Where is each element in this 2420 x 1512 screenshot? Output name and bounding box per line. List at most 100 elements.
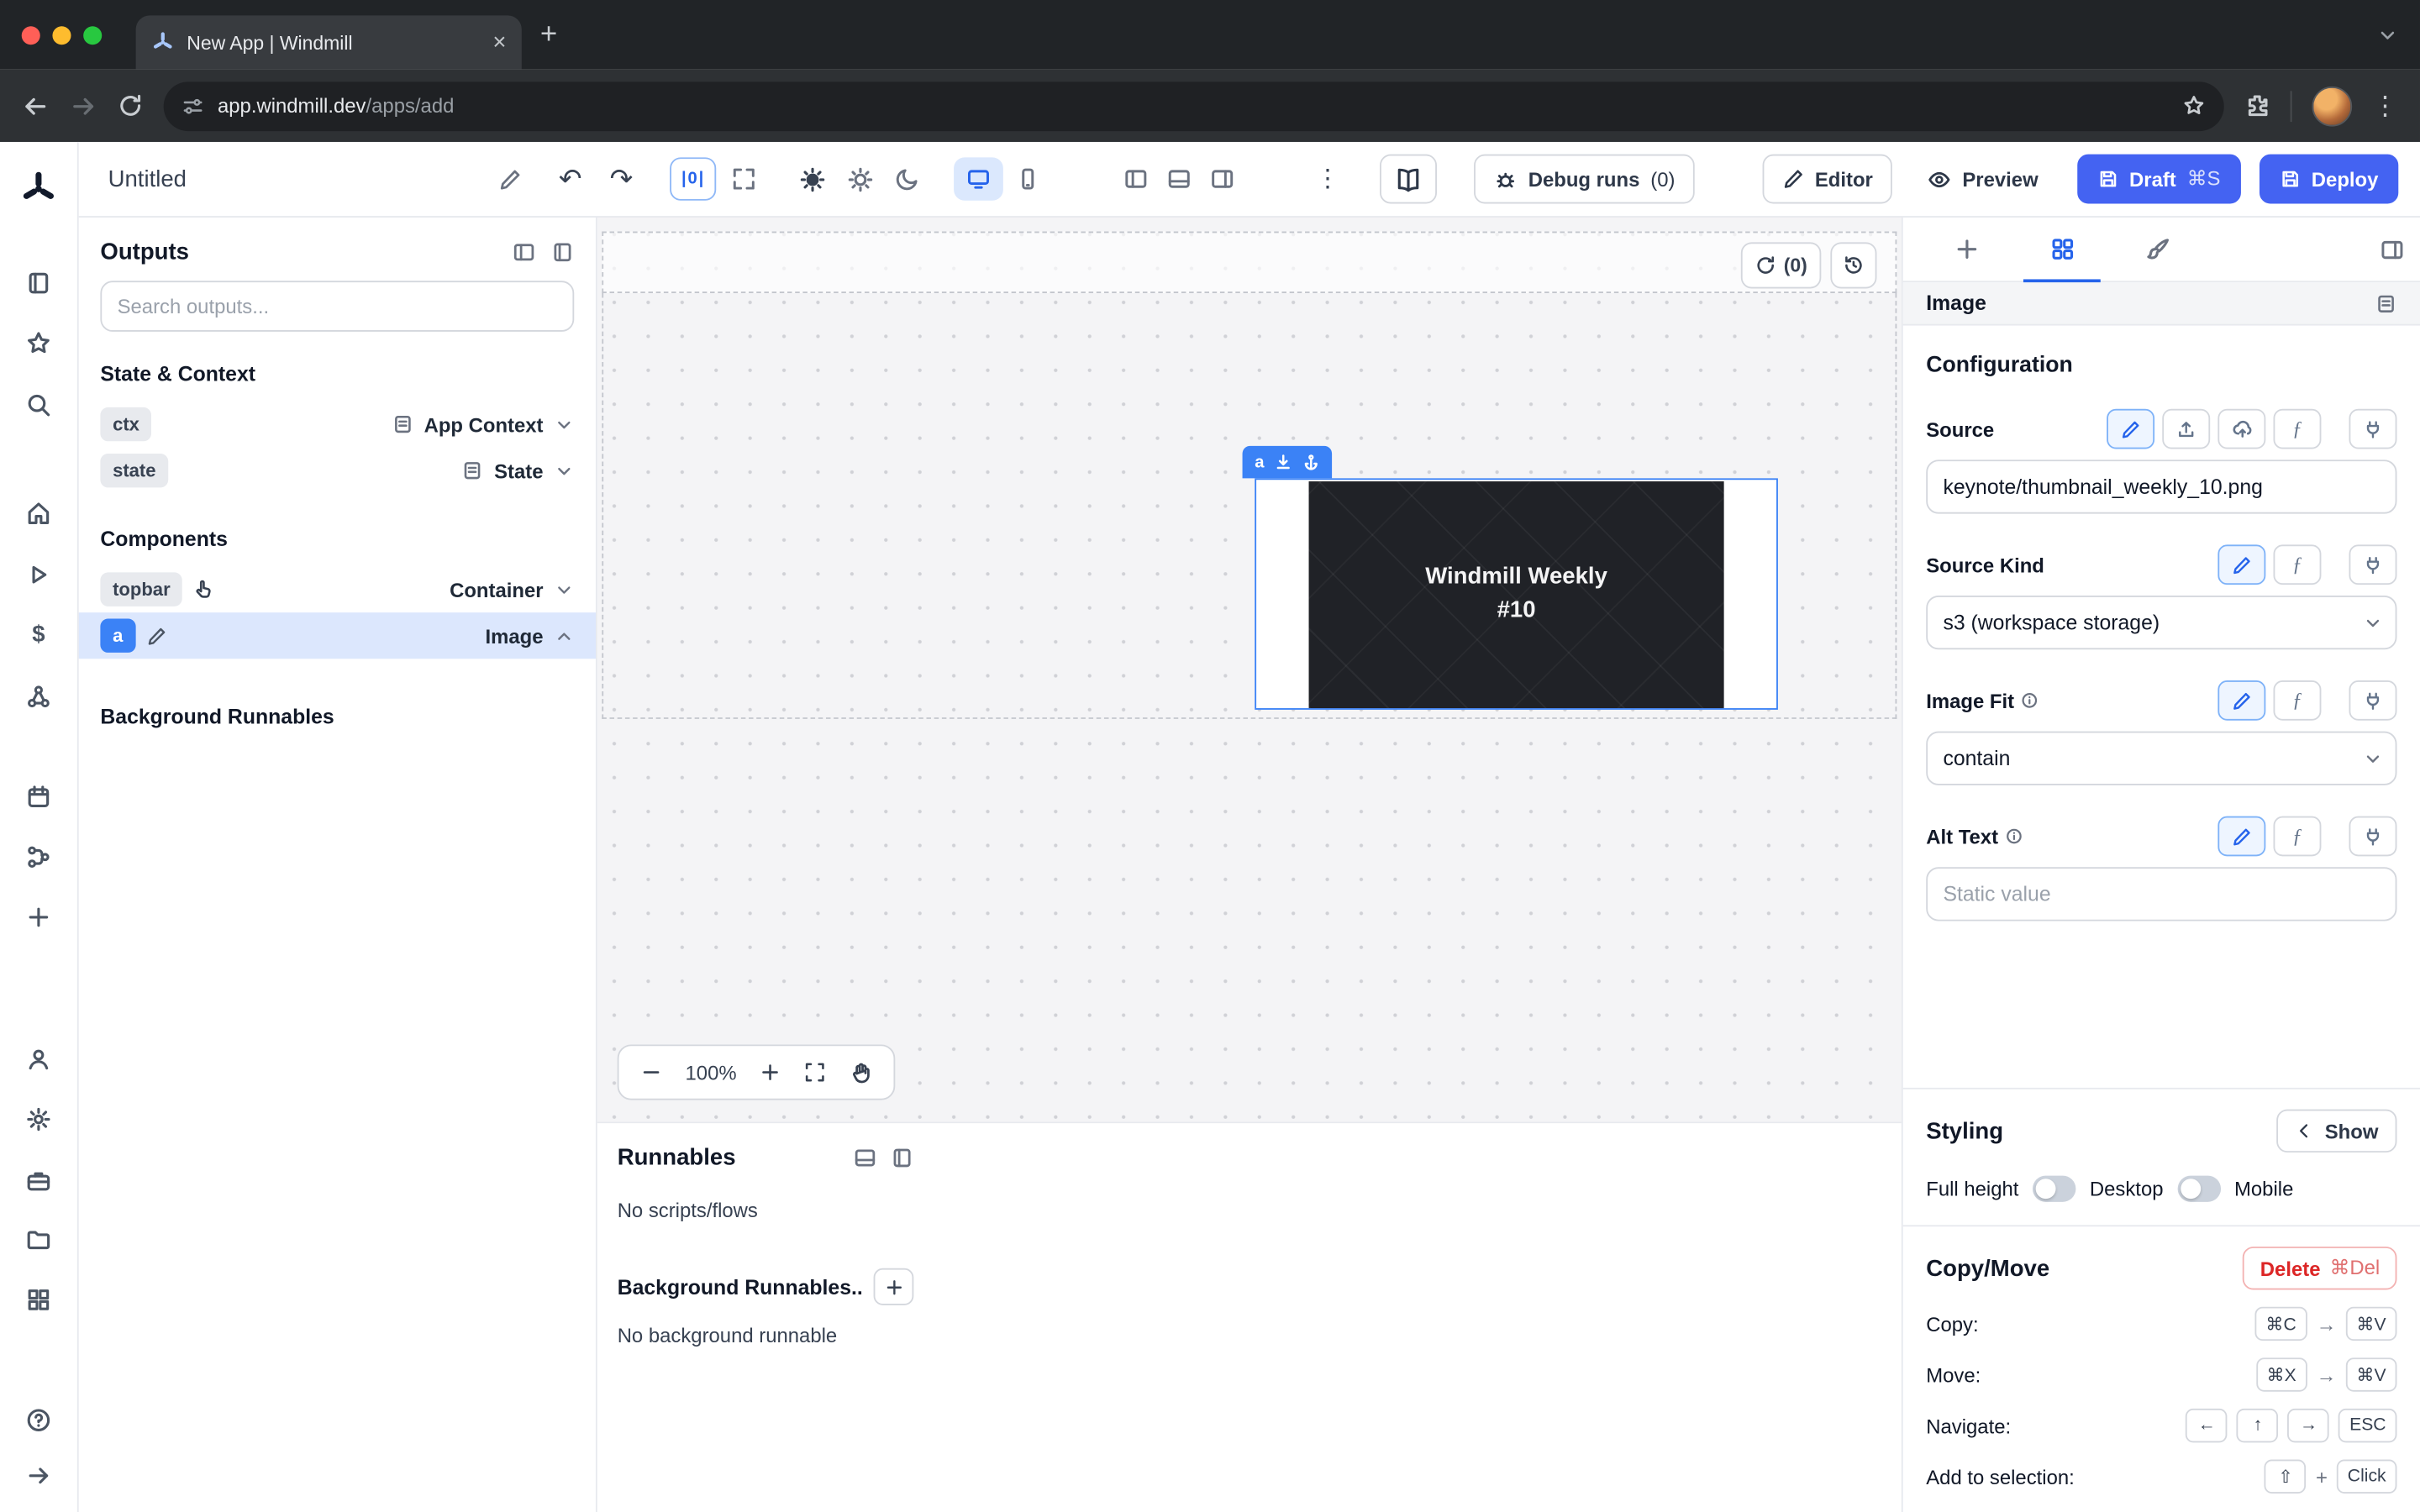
styling-show-button[interactable]: Show — [2277, 1110, 2397, 1152]
chevron-down-icon[interactable] — [554, 460, 574, 480]
selected-component-tab[interactable]: a — [1243, 446, 1333, 479]
preview-button[interactable]: Preview — [1908, 155, 2058, 204]
zoom-out-icon[interactable] — [640, 1062, 662, 1084]
topbar-badge[interactable]: topbar — [100, 572, 182, 606]
alt-text-expression-button[interactable]: ƒ — [2274, 816, 2322, 857]
editor-button[interactable]: Editor — [1762, 155, 1892, 204]
hub-icon[interactable] — [25, 684, 51, 710]
chevron-down-icon[interactable] — [554, 414, 574, 434]
refresh-app-button[interactable]: (0) — [1740, 242, 1821, 288]
output-row-state[interactable]: state State — [79, 448, 596, 494]
ctx-badge[interactable]: ctx — [100, 407, 151, 441]
undo-icon[interactable]: ↶ — [559, 163, 582, 196]
browser-tab[interactable]: New App | Windmill × — [136, 15, 522, 69]
desktop-view-toggle[interactable] — [954, 157, 1003, 200]
mobile-full-height-toggle[interactable] — [2177, 1176, 2220, 1202]
deploy-button[interactable]: Deploy — [2259, 155, 2398, 204]
forward-button[interactable] — [70, 92, 97, 119]
chevron-up-icon[interactable] — [554, 626, 574, 646]
extensions-icon[interactable] — [2244, 92, 2270, 118]
favorites-star-icon[interactable] — [25, 330, 51, 356]
tab-search-chevron-icon[interactable] — [2377, 24, 2399, 45]
runs-icon[interactable] — [25, 562, 51, 588]
user-icon[interactable] — [25, 1046, 51, 1072]
pan-hand-icon[interactable] — [850, 1061, 873, 1084]
zoom-in-icon[interactable] — [760, 1062, 781, 1084]
resources-icon[interactable] — [25, 270, 51, 296]
url-bar[interactable]: app.windmill.dev/apps/add — [164, 81, 2224, 130]
delete-component-button[interactable]: Delete ⌘Del — [2244, 1247, 2397, 1289]
alt-text-input[interactable] — [1926, 867, 2396, 921]
alt-text-connect-plug-button[interactable] — [2349, 816, 2397, 857]
mobile-view-toggle[interactable] — [1003, 157, 1053, 200]
a-badge[interactable]: a — [100, 619, 135, 653]
fit-view-icon[interactable] — [804, 1062, 826, 1084]
redo-icon[interactable]: ↷ — [610, 163, 634, 196]
bookmark-star-icon[interactable] — [2182, 94, 2206, 118]
anchor-icon[interactable] — [1302, 454, 1319, 470]
reload-button[interactable] — [118, 92, 144, 118]
component-row-topbar[interactable]: topbar Container — [79, 566, 596, 612]
source-kind-connect-plug-button[interactable] — [2349, 544, 2397, 585]
state-badge[interactable]: state — [100, 454, 168, 487]
runnables-docs-icon[interactable] — [891, 1147, 914, 1170]
panel-bottom-toggle-icon[interactable] — [1167, 166, 1192, 191]
recompute-history-button[interactable] — [1830, 242, 1876, 288]
add-icon[interactable] — [25, 904, 51, 930]
rename-pencil-icon[interactable] — [498, 167, 522, 191]
source-kind-expression-button[interactable]: ƒ — [2274, 544, 2322, 585]
maximize-window-button[interactable] — [83, 25, 102, 44]
new-tab-button[interactable]: + — [540, 18, 557, 51]
tab-settings[interactable] — [2014, 218, 2110, 281]
source-upload-button[interactable] — [2162, 409, 2210, 449]
debug-runs-button[interactable]: Debug runs (0) — [1474, 155, 1695, 204]
browser-menu-icon[interactable]: ⋮ — [2372, 90, 2398, 121]
schedules-icon[interactable] — [25, 784, 51, 810]
windmill-logo[interactable] — [19, 170, 58, 216]
app-canvas[interactable]: (0) a Wind — [597, 218, 1902, 1121]
tab-insert[interactable] — [1918, 218, 2014, 281]
fullscreen-canvas-icon[interactable] — [732, 166, 756, 191]
back-button[interactable] — [22, 92, 50, 119]
more-menu-icon[interactable]: ⋮ — [1315, 164, 1339, 195]
source-kind-static-pencil-button[interactable] — [2217, 544, 2265, 585]
image-fit-connect-plug-button[interactable] — [2349, 680, 2397, 721]
image-fit-static-pencil-button[interactable] — [2217, 680, 2265, 721]
close-window-button[interactable] — [22, 25, 40, 44]
dock-panel-icon[interactable] — [513, 241, 536, 265]
settings-gear-icon[interactable] — [25, 1106, 51, 1132]
edit-id-pencil-icon[interactable] — [146, 626, 166, 646]
desktop-full-height-toggle[interactable] — [2033, 1176, 2075, 1202]
expand-component-icon[interactable] — [1275, 454, 1292, 470]
search-icon[interactable] — [25, 392, 51, 418]
jobs-briefcase-icon[interactable] — [25, 1168, 51, 1194]
image-component[interactable]: Windmill Weekly #10 — [1255, 478, 1778, 710]
info-icon[interactable] — [2020, 691, 2039, 710]
folders-icon[interactable] — [25, 1226, 51, 1252]
search-outputs-input[interactable] — [100, 281, 574, 332]
theme-light-icon[interactable] — [800, 165, 826, 192]
source-kind-select[interactable] — [1926, 596, 2396, 649]
help-icon[interactable] — [25, 1407, 51, 1433]
outputs-docs-icon[interactable] — [551, 241, 575, 265]
site-settings-icon[interactable] — [182, 95, 204, 117]
center-align-toggle[interactable]: |0| — [670, 157, 716, 200]
docs-button[interactable] — [1380, 155, 1437, 204]
flows-icon[interactable] — [25, 844, 51, 870]
source-expression-button[interactable]: ƒ — [2274, 409, 2322, 449]
expand-sidebar-icon[interactable] — [25, 1462, 51, 1488]
app-title[interactable]: Untitled — [108, 165, 187, 192]
image-fit-expression-button[interactable]: ƒ — [2274, 680, 2322, 721]
component-row-a[interactable]: a Image — [79, 612, 596, 659]
theme-auto-icon[interactable] — [848, 165, 874, 192]
source-s3-cloud-button[interactable] — [2217, 409, 2265, 449]
source-input[interactable] — [1926, 459, 2396, 513]
dock-panel-icon[interactable] — [854, 1147, 877, 1170]
source-static-pencil-button[interactable] — [2107, 409, 2154, 449]
add-background-runnable-button[interactable] — [874, 1268, 914, 1305]
profile-avatar[interactable] — [2312, 86, 2352, 126]
alt-text-static-pencil-button[interactable] — [2217, 816, 2265, 857]
topbar-container-outline[interactable] — [602, 232, 1897, 293]
chevron-down-icon[interactable] — [554, 580, 574, 600]
info-icon[interactable] — [2004, 827, 2023, 845]
